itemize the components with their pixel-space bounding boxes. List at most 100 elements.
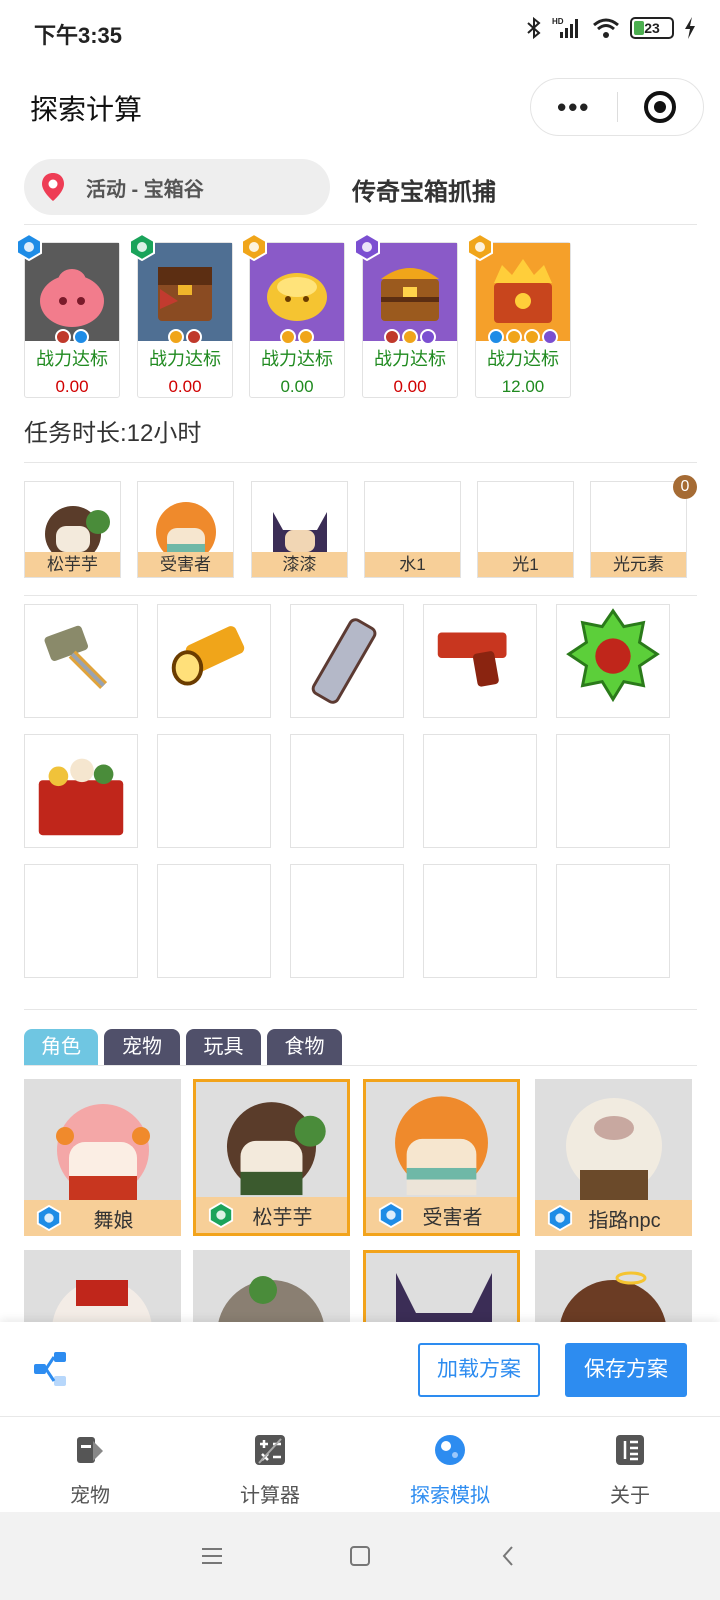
element-icon: [542, 329, 558, 345]
share-icon[interactable]: [30, 1350, 70, 1388]
enemy-card[interactable]: 战力达标 0.00: [354, 232, 458, 398]
status-bar: 下午3:35 HD 23: [0, 0, 720, 62]
tab-label: 探索模拟: [410, 1485, 490, 1507]
power-value: 0.00: [55, 377, 89, 396]
power-status: 战力达标: [487, 349, 559, 369]
team-slot[interactable]: 光1: [477, 481, 574, 578]
team-portrait: [25, 482, 120, 552]
medal-icon: [566, 608, 660, 703]
tab-food[interactable]: 食物: [267, 1029, 342, 1065]
team-slot[interactable]: 水1: [364, 481, 461, 578]
hammer-icon: [44, 625, 108, 690]
rarity-badge-icon: [378, 1201, 404, 1229]
power-value: 12.00: [501, 377, 545, 396]
team-slot[interactable]: 漆漆: [251, 481, 348, 578]
tab-pets[interactable]: 宠物: [104, 1029, 180, 1065]
mission-duration: 任务时长:12小时: [24, 420, 202, 447]
empty-item-slot[interactable]: [290, 864, 404, 978]
character-avatar-icon: [565, 1098, 662, 1200]
divider: [24, 224, 697, 225]
enemy-card[interactable]: 战力达标 0.00: [16, 232, 120, 398]
wifi-icon: [593, 18, 619, 38]
element-icon: [168, 329, 184, 345]
character-label: 舞娘: [24, 1200, 181, 1236]
ruler-icon: [311, 618, 377, 704]
bottom-tab-bar: 宠物 计算器 探索模拟 关于: [0, 1416, 720, 1512]
flashlight-icon: [171, 626, 245, 686]
element-icon: [73, 329, 89, 345]
enemy-card[interactable]: 战力达标 0.00: [129, 232, 233, 398]
tab-characters[interactable]: 角色: [24, 1029, 98, 1065]
pet-icon: [77, 1437, 103, 1463]
tab-about[interactable]: 关于: [540, 1417, 720, 1512]
divider: [24, 595, 697, 596]
item-slot[interactable]: [24, 604, 138, 718]
character-avatar-icon: [155, 502, 216, 552]
enemy-card[interactable]: 战力达标 0.00: [241, 232, 345, 398]
team-slot-label: 漆漆: [252, 552, 347, 577]
load-plan-button[interactable]: 加载方案: [418, 1343, 540, 1397]
item-slot[interactable]: [423, 604, 537, 718]
divider: [24, 1009, 697, 1010]
calculator-icon: [255, 1435, 285, 1465]
tab-calculator[interactable]: 计算器: [180, 1417, 360, 1512]
more-button[interactable]: •••: [531, 92, 617, 123]
battery-icon: 23: [630, 17, 674, 39]
status-icons: HD 23: [526, 16, 696, 40]
element-icons: [25, 329, 119, 345]
enemy-portrait: [129, 232, 232, 345]
item-slot[interactable]: [290, 604, 404, 718]
home-icon[interactable]: [346, 1542, 374, 1570]
empty-item-slot[interactable]: [423, 734, 537, 848]
item-slot[interactable]: [556, 604, 670, 718]
rarity-badge-icon: [466, 232, 494, 262]
element-icon: [186, 329, 202, 345]
target-icon: [644, 91, 677, 123]
character-card[interactable]: 受害者: [363, 1079, 520, 1236]
element-icon: [402, 329, 418, 345]
rarity-badge-icon: [240, 232, 268, 262]
empty-item-slot[interactable]: [24, 864, 138, 978]
empty-item-slot[interactable]: [157, 734, 271, 848]
tab-explore-sim[interactable]: 探索模拟: [360, 1417, 540, 1512]
bluetooth-icon: [527, 16, 541, 40]
team-slot[interactable]: 光元素: [590, 481, 687, 578]
element-icons: [250, 329, 344, 345]
menu-icon[interactable]: [198, 1542, 226, 1570]
action-bar: 加载方案 保存方案: [0, 1322, 720, 1416]
element-icons: [476, 329, 570, 345]
character-portrait: [196, 1082, 347, 1197]
empty-item-slot[interactable]: [290, 734, 404, 848]
character-label: 松芋芋: [196, 1197, 347, 1233]
tab-toys[interactable]: 玩具: [186, 1029, 261, 1065]
character-name: 舞娘: [93, 1209, 134, 1232]
item-slot[interactable]: [157, 604, 271, 718]
power-value: 0.00: [280, 377, 314, 396]
team-slot[interactable]: 松芋芋: [24, 481, 121, 578]
character-card[interactable]: 指路npc: [535, 1079, 692, 1236]
team-slot[interactable]: 受害者: [137, 481, 234, 578]
enemy-card[interactable]: 战力达标 12.00: [467, 232, 571, 398]
character-portrait: [24, 1079, 181, 1200]
element-icons: [138, 329, 232, 345]
close-miniprogram-button[interactable]: [618, 91, 704, 123]
character-label: 受害者: [366, 1197, 517, 1233]
empty-item-slot[interactable]: [556, 864, 670, 978]
character-card[interactable]: 舞娘: [24, 1079, 181, 1236]
enemy-portrait: [467, 232, 570, 345]
item-slot[interactable]: [24, 734, 138, 848]
empty-item-slot[interactable]: [556, 734, 670, 848]
save-plan-button[interactable]: 保存方案: [565, 1343, 687, 1397]
team-slot-label: 光1: [478, 552, 573, 577]
rarity-badge-icon: [128, 232, 156, 262]
back-icon[interactable]: [494, 1542, 522, 1570]
character-card[interactable]: 松芋芋: [193, 1079, 350, 1236]
divider: [24, 462, 697, 463]
empty-item-slot[interactable]: [157, 864, 271, 978]
element-icon: [55, 329, 71, 345]
empty-item-slot[interactable]: [423, 864, 537, 978]
team-slot-label: 松芋芋: [25, 552, 120, 577]
location-selector[interactable]: 活动 - 宝箱谷: [24, 159, 330, 215]
tab-pets[interactable]: 宠物: [0, 1417, 180, 1512]
rarity-badge-icon: [547, 1204, 573, 1232]
